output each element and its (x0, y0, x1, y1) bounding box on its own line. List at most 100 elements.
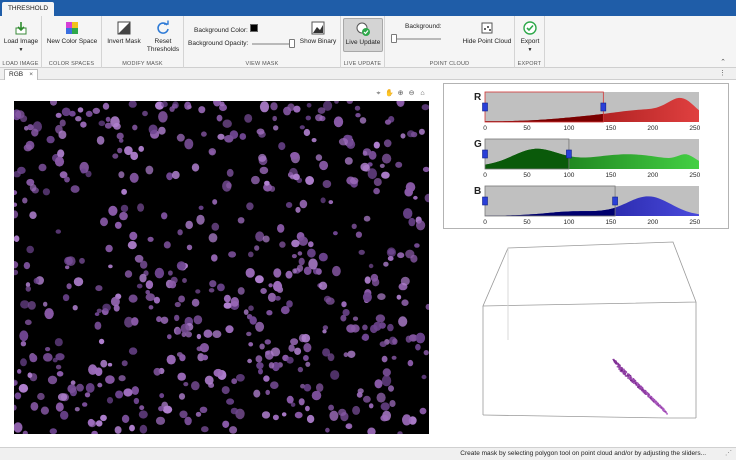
cloud-point (622, 373, 625, 375)
live-update-icon (356, 22, 370, 36)
cloud-point (659, 405, 662, 407)
show-binary-label: Show Binary (299, 38, 337, 45)
export-button[interactable]: Export ▼ (517, 20, 543, 54)
background-color-label: Background Color: (194, 27, 248, 34)
histogram-tick-label: 250 (689, 125, 700, 132)
more-options-icon[interactable]: ⋮ (719, 69, 726, 77)
cloud-box (482, 241, 697, 419)
cloud-point (652, 400, 655, 403)
section-label-load-image: LOAD IMAGE (2, 61, 39, 67)
threshold-low-handle[interactable] (482, 196, 488, 206)
histogram-tick-label: 100 (563, 125, 574, 132)
close-icon[interactable]: × (29, 70, 33, 80)
cloud-point (655, 403, 658, 405)
cloud-point (618, 364, 620, 367)
load-image-icon (15, 22, 27, 35)
section-label-point-cloud: POINT CLOUD (429, 61, 470, 67)
live-update-button[interactable]: Live Update (343, 18, 383, 52)
invert-mask-label: Invert Mask (107, 38, 141, 45)
threshold-high-handle[interactable] (600, 102, 607, 112)
histogram-r: R 0 50 100 150 200 250 (444, 88, 730, 134)
axes-toolbar: ⌖ ✋ ⊕ ⊖ ⌂ (374, 89, 427, 99)
section-point-cloud: Background: Hide Point Cloud POINT CLOUD (385, 16, 515, 68)
cloud-point (661, 408, 664, 410)
main-area: ⌖ ✋ ⊕ ⊖ ⌂ R 0 50 100 150 200 250 G 0 50 100 150 200 2… (0, 80, 736, 447)
point-cloud-points (612, 358, 668, 415)
section-live-update: Live Update LIVE UPDATE (341, 16, 385, 68)
cloud-point (663, 408, 666, 411)
histogram-tick-label: 150 (605, 172, 616, 179)
home-icon[interactable]: ⌂ (418, 89, 427, 98)
section-label-live-update: LIVE UPDATE (343, 61, 382, 67)
section-modify-mask: Invert Mask Reset Thresholds MODIFY MASK (102, 16, 184, 68)
histogram-g: G 0 50 100 150 200 250 (444, 135, 730, 181)
histogram-tick-label: 50 (523, 172, 531, 179)
cloud-point (639, 388, 641, 390)
reset-label-line2: Thresholds (146, 46, 180, 53)
tab-rgb-label: RGB (9, 71, 24, 78)
zoom-in-icon[interactable]: ⊕ (396, 89, 405, 98)
threshold-high-handle[interactable] (566, 149, 572, 159)
hide-point-cloud-icon (481, 22, 493, 34)
cloud-point (621, 367, 623, 369)
section-color-spaces: New Color Space COLOR SPACES (42, 16, 102, 68)
histogram-tick-label: 100 (563, 219, 574, 226)
cloud-point (664, 411, 667, 413)
point-cloud-background-slider-track[interactable] (391, 38, 441, 40)
cloud-point (623, 371, 626, 373)
histogram-tick-label: 150 (605, 125, 616, 132)
color-space-icon (66, 22, 78, 34)
invert-mask-icon (117, 21, 131, 35)
document-tab-row: RGB × ⋮ (0, 69, 736, 80)
export-label: Export (520, 38, 540, 45)
cloud-point (633, 380, 635, 383)
image-nuclei (14, 101, 429, 434)
pan-icon[interactable]: ✋ (385, 89, 394, 98)
show-binary-icon (311, 21, 325, 35)
new-color-space-button[interactable]: New Color Space (45, 20, 99, 46)
status-text: Create mask by selecting polygon tool on… (460, 450, 706, 457)
histogram-tick-label: 50 (523, 219, 531, 226)
tab-rgb[interactable]: RGB × (4, 69, 38, 80)
cloud-point (641, 389, 644, 392)
threshold-low-handle[interactable] (482, 149, 488, 159)
title-tab-strip: THRESHOLD (0, 0, 736, 16)
histogram-tick-label: 50 (523, 125, 531, 132)
masked-image-view[interactable] (14, 101, 429, 434)
cloud-point (615, 360, 617, 363)
polygon-tool-icon[interactable]: ⌖ (374, 89, 383, 98)
cloud-point (630, 379, 632, 382)
cloud-point (615, 362, 618, 364)
histogram-tick-label: 200 (647, 125, 658, 132)
cloud-point (613, 360, 615, 362)
section-view-mask: Background Color: Background Opacity: Sh… (184, 16, 341, 68)
histogram-tick-label: 0 (483, 125, 487, 132)
background-color-swatch[interactable] (250, 24, 258, 32)
opacity-slider-thumb[interactable] (289, 39, 295, 48)
threshold-low-handle[interactable] (482, 102, 488, 112)
export-chevron-down-icon: ▼ (527, 47, 533, 53)
status-bar: Create mask by selecting polygon tool on… (0, 447, 736, 460)
zoom-out-icon[interactable]: ⊖ (407, 89, 416, 98)
histogram-panel: R 0 50 100 150 200 250 G 0 50 100 150 200 250 B 0 50 100 1… (443, 83, 729, 229)
new-color-space-label: New Color Space (46, 38, 98, 45)
cloud-point (634, 382, 637, 385)
show-binary-button[interactable]: Show Binary (298, 20, 338, 46)
invert-mask-button[interactable]: Invert Mask (105, 20, 143, 46)
resize-grip-icon[interactable]: ⋰ (725, 449, 732, 457)
hide-point-cloud-button[interactable]: Hide Point Cloud (461, 20, 513, 46)
reset-thresholds-button[interactable]: Reset Thresholds (144, 20, 182, 54)
hide-point-cloud-label: Hide Point Cloud (462, 38, 512, 45)
section-load-image: Load Image ▼ LOAD IMAGE (0, 16, 42, 68)
cloud-point (620, 370, 623, 373)
histogram-tick-label: 250 (689, 219, 700, 226)
load-image-button[interactable]: Load Image ▼ (3, 20, 39, 54)
collapse-ribbon-icon[interactable]: ⌃ (720, 58, 726, 66)
point-cloud-view[interactable] (470, 230, 730, 445)
threshold-high-handle[interactable] (612, 196, 618, 206)
opacity-slider-track[interactable] (252, 43, 294, 45)
point-cloud-background-slider-thumb[interactable] (391, 34, 397, 43)
tab-threshold[interactable]: THRESHOLD (2, 2, 54, 16)
histogram-tick-label: 0 (483, 219, 487, 226)
cloud-point (640, 386, 643, 388)
